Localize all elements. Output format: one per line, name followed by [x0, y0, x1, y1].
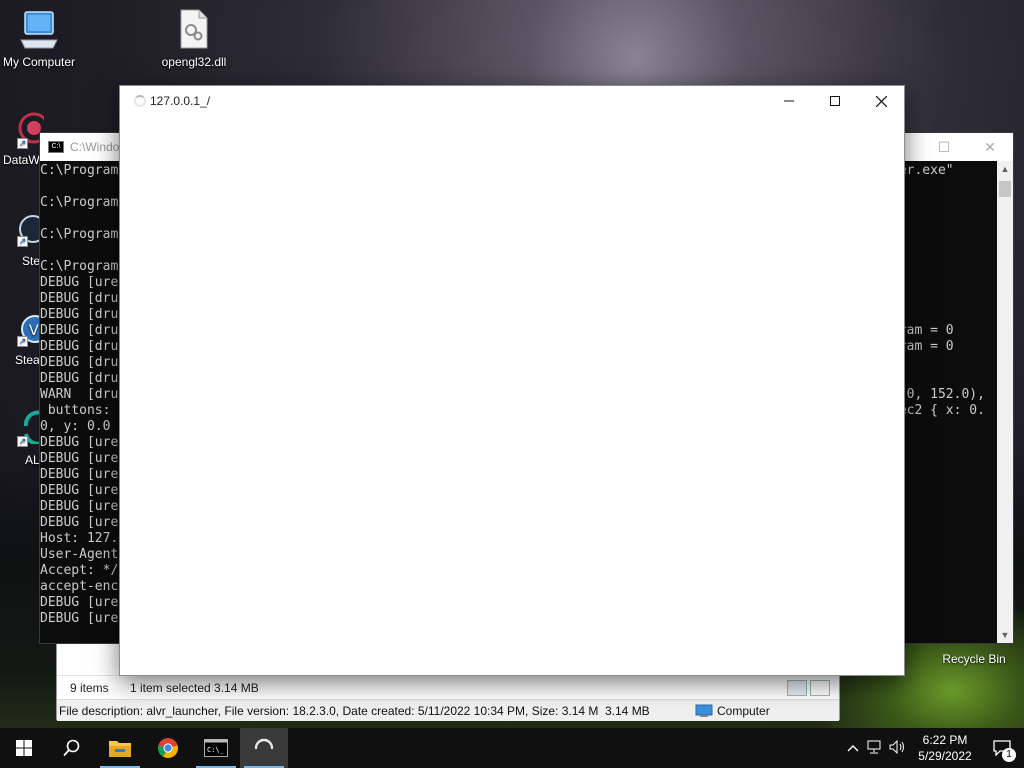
taskbar-alvr-loading[interactable]: [240, 728, 288, 768]
desktop-icon-label: Ste: [22, 254, 41, 268]
shortcut-arrow-icon: ↗: [17, 336, 28, 347]
svg-text:V: V: [29, 323, 39, 339]
search-button[interactable]: [48, 728, 96, 768]
desktop-icon-label: My Computer: [2, 55, 76, 69]
location: Computer: [695, 704, 770, 718]
console-scrollbar[interactable]: ▲ ▼: [997, 161, 1013, 643]
svg-text:C:\_: C:\_: [207, 746, 225, 754]
taskbar: C:\_ 6:22 PM 5/29/2022 1: [0, 728, 1024, 768]
clock-date: 5/29/2022: [918, 749, 972, 763]
search-icon: [63, 739, 80, 757]
clock[interactable]: 6:22 PM 5/29/2022: [910, 732, 980, 764]
desktop-icon-steamvr[interactable]: V ↗ Stea: [0, 310, 44, 370]
volume-icon[interactable]: [886, 739, 910, 757]
clock-time: 6:22 PM: [922, 733, 968, 747]
loading-icon: [254, 738, 274, 750]
taskbar-command-prompt[interactable]: C:\_: [192, 728, 240, 768]
maximize-icon: [830, 96, 840, 106]
windows-logo-icon: [16, 740, 32, 756]
cmd-icon: C:\_: [204, 739, 228, 757]
app-minimize-button[interactable]: [766, 86, 812, 116]
console-output-right: her.exe" vram = 0 vram = 0 2.0, 152.0), …: [891, 163, 985, 418]
details-view-button[interactable]: [787, 679, 807, 696]
explorer-status-bar: 9 items 1 item selected 3.14 MB: [57, 675, 839, 699]
console-maximize-button[interactable]: ☐: [921, 133, 967, 161]
shortcut-arrow-icon: ↗: [17, 436, 28, 447]
file-size: 3.14 MB: [605, 703, 650, 718]
computer-icon: [695, 704, 713, 717]
desktop-icon-opengl32-dll[interactable]: opengl32.dll: [149, 8, 239, 69]
desktop-icon-label: Recycle Bin: [942, 652, 1006, 666]
loading-spinner-icon: [134, 95, 146, 107]
file-info: File description: alvr_launcher, File ve…: [59, 703, 599, 718]
location-label: Computer: [717, 703, 770, 718]
taskbar-chrome[interactable]: [144, 728, 192, 768]
scroll-up-icon[interactable]: ▲: [997, 161, 1013, 177]
shortcut-arrow-icon: ↗: [17, 138, 28, 149]
chrome-icon: [157, 738, 179, 759]
console-close-button[interactable]: ✕: [967, 133, 1013, 161]
desktop-icon-steam[interactable]: ↗ Ste: [0, 212, 44, 270]
start-button[interactable]: [0, 728, 48, 768]
shortcut-arrow-icon: ↗: [17, 236, 28, 247]
explorer-details-bar: File description: alvr_launcher, File ve…: [57, 699, 839, 721]
app-close-button[interactable]: [858, 86, 904, 116]
system-tray: 6:22 PM 5/29/2022 1: [842, 728, 1024, 768]
app-titlebar[interactable]: 127.0.0.1_/: [120, 86, 904, 116]
app-window[interactable]: 127.0.0.1_/: [119, 85, 905, 676]
console-title: C:\Windo: [70, 140, 120, 154]
scroll-down-icon[interactable]: ▼: [997, 627, 1013, 643]
show-hidden-icons-chevron-icon[interactable]: [842, 741, 864, 755]
console-output-left: C:\Program C:\Program C:\Program C:\Prog…: [40, 163, 119, 626]
large-icons-view-button[interactable]: [810, 679, 830, 696]
app-maximize-button[interactable]: [812, 86, 858, 116]
item-count: 9 items: [70, 680, 109, 695]
minimize-icon: [784, 100, 794, 102]
desktop-icon-my-computer[interactable]: My Computer: [0, 8, 84, 69]
selection-info: 1 item selected 3.14 MB: [130, 680, 259, 695]
app-title: 127.0.0.1_/: [150, 94, 211, 108]
desktop-icon-label: AL: [25, 453, 40, 467]
desktop-icon-datawrangler[interactable]: ↗ DataW: [0, 108, 44, 170]
notification-count-badge: 1: [1002, 748, 1016, 762]
computer-icon: [20, 11, 58, 49]
desktop-icon-label: opengl32.dll: [161, 55, 227, 69]
desktop-icon-label: Stea: [15, 353, 40, 367]
scrollbar-thumb[interactable]: [999, 181, 1011, 197]
app-content-area[interactable]: [120, 116, 904, 675]
folder-icon: [109, 741, 131, 757]
cmd-icon: C:\: [48, 141, 64, 153]
notification-center-button[interactable]: 1: [980, 728, 1024, 768]
dll-file-icon: [180, 9, 208, 49]
desktop-icon-alvr[interactable]: ↗ AL: [0, 406, 44, 470]
close-icon: [875, 95, 887, 107]
taskbar-file-explorer[interactable]: [96, 728, 144, 768]
desktop-icon-label: DataW: [3, 153, 40, 167]
network-icon[interactable]: [864, 740, 886, 757]
